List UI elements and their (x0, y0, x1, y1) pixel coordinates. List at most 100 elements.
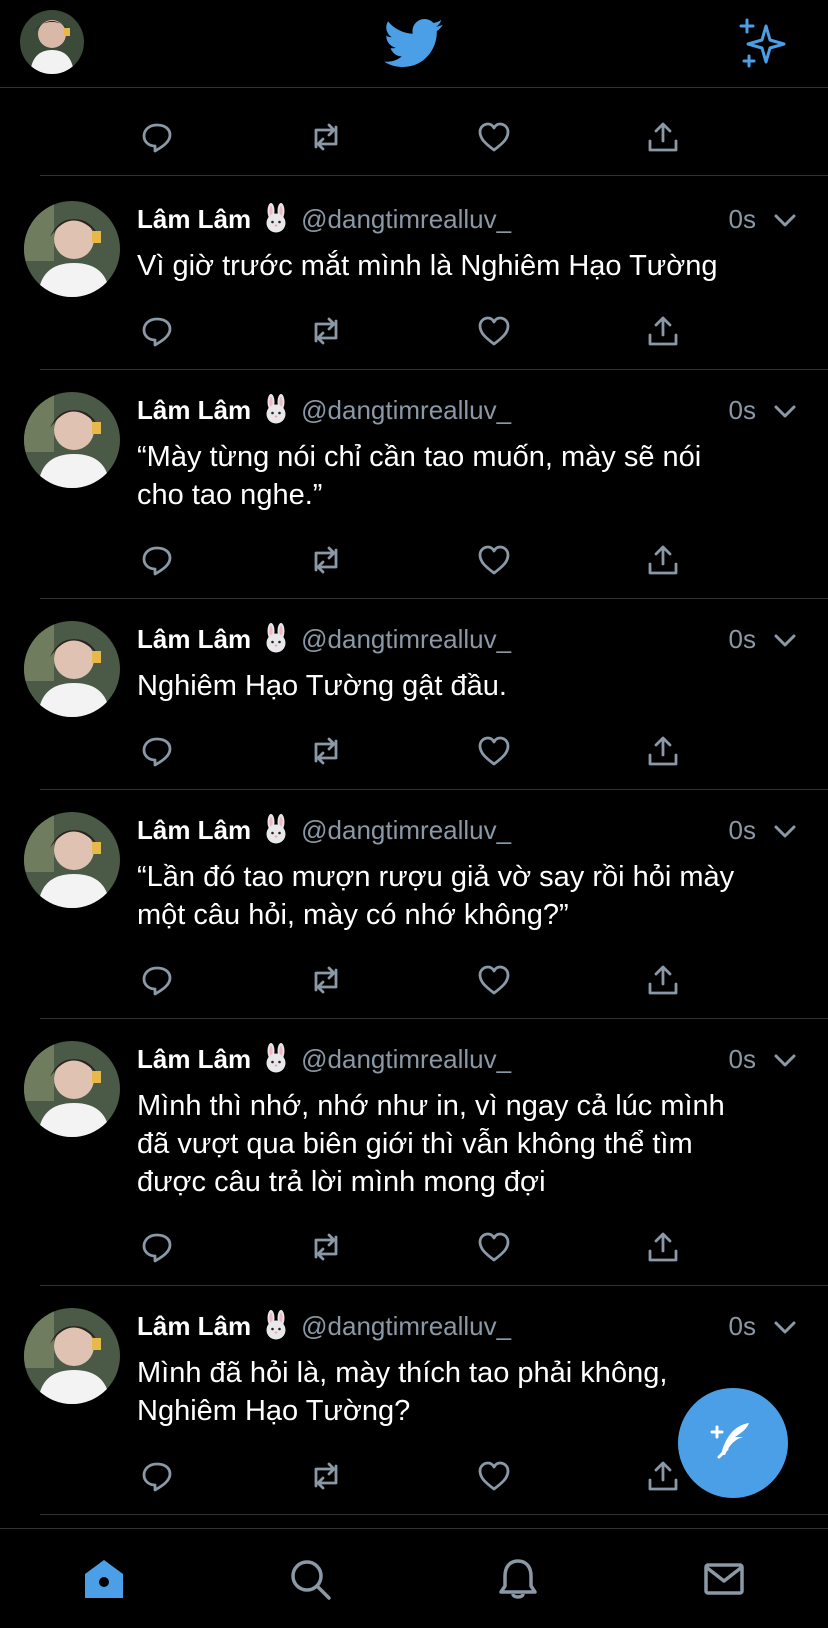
avatar[interactable] (24, 392, 120, 488)
profile-avatar[interactable] (20, 10, 84, 74)
author-name[interactable]: Lâm Lâm (137, 1044, 251, 1074)
like-icon (478, 316, 510, 346)
author-name[interactable]: Lâm Lâm (137, 1311, 251, 1341)
like-icon (478, 545, 510, 575)
tab-home[interactable] (80, 1555, 128, 1603)
share-icon (648, 965, 678, 995)
retweet-button[interactable] (306, 960, 346, 1000)
retweet-button[interactable] (306, 731, 346, 771)
share-button[interactable] (643, 731, 683, 771)
author-handle[interactable]: @dangtimrealluv_ (301, 815, 511, 845)
reply-button[interactable] (137, 311, 177, 351)
retweet-icon (314, 966, 338, 994)
tweet-header: Lâm Lâm @dangtimrealluv_ 0s (137, 1041, 798, 1077)
like-button[interactable] (474, 540, 514, 580)
author-handle[interactable]: @dangtimrealluv_ (301, 624, 511, 654)
reply-icon (142, 966, 172, 996)
reply-button[interactable] (137, 1227, 177, 1267)
tweet-text-line: Mình đã hỏi là, mày thích tao phải không… (137, 1357, 668, 1389)
reply-icon (142, 546, 172, 576)
like-button[interactable] (474, 1456, 514, 1496)
avatar[interactable] (24, 1308, 120, 1404)
twitter-bird-icon[interactable] (384, 18, 444, 70)
retweet-icon (314, 1233, 338, 1261)
tab-search[interactable] (286, 1555, 334, 1603)
tweet-text-line: Mình thì nhớ, nhớ như in, vì ngay cả lúc… (137, 1090, 725, 1122)
like-icon (478, 1232, 510, 1262)
retweet-icon (314, 317, 338, 345)
tweet-header: Lâm Lâm @dangtimrealluv_ 0s (137, 392, 798, 428)
tweet-actions (0, 960, 828, 1000)
like-button[interactable] (474, 311, 514, 351)
retweet-icon (314, 123, 338, 151)
author-name[interactable]: Lâm Lâm (137, 815, 251, 845)
share-button[interactable] (643, 311, 683, 351)
reply-button[interactable] (137, 117, 177, 157)
tweet-text: “Lần đó tao mượn rượu giả vờ say rồi hỏi… (137, 858, 797, 934)
reply-button[interactable] (137, 540, 177, 580)
reply-button[interactable] (137, 960, 177, 1000)
tweet-text: Vì giờ trước mắt mình là Nghiêm Hạo Tườn… (137, 247, 797, 285)
share-button[interactable] (643, 1227, 683, 1267)
author-handle[interactable]: @dangtimrealluv_ (301, 1044, 511, 1074)
reply-icon (142, 123, 172, 153)
author-name[interactable]: Lâm Lâm (137, 624, 251, 654)
share-icon (648, 545, 678, 575)
retweet-button[interactable] (306, 1456, 346, 1496)
avatar[interactable] (24, 621, 120, 717)
share-button[interactable] (643, 117, 683, 157)
sparkle-icon[interactable] (738, 18, 788, 68)
divider (40, 598, 828, 599)
tweet-text-line: “Lần đó tao mượn rượu giả vờ say rồi hỏi… (137, 861, 735, 893)
share-icon (648, 122, 678, 152)
retweet-button[interactable] (306, 1227, 346, 1267)
share-button[interactable] (643, 960, 683, 1000)
tweet-text-line: được câu trả lời mình mong đợi (137, 1166, 546, 1198)
like-button[interactable] (474, 731, 514, 771)
tweet-text: Nghiêm Hạo Tường gật đầu. (137, 667, 797, 705)
bottom-tab-bar (0, 1528, 828, 1628)
divider (40, 369, 828, 370)
tweet-text-line: đã vượt qua biên giới thì vẫn không thể … (137, 1128, 693, 1160)
divider (40, 1018, 828, 1019)
tweet-time: 0s (728, 395, 756, 425)
tweet-text-line: Nghiêm Hạo Tường gật đầu. (137, 670, 507, 702)
retweet-button[interactable] (306, 311, 346, 351)
reply-icon (142, 317, 172, 347)
rabbit-emoji-icon (261, 623, 291, 653)
like-button[interactable] (474, 117, 514, 157)
like-button[interactable] (474, 960, 514, 1000)
avatar[interactable] (24, 201, 120, 297)
reply-button[interactable] (137, 731, 177, 771)
tweet-actions (0, 731, 828, 771)
retweet-icon (314, 546, 338, 574)
rabbit-emoji-icon (261, 1310, 291, 1340)
tweet-time: 0s (728, 204, 756, 234)
author-name[interactable]: Lâm Lâm (137, 204, 251, 234)
reply-icon (142, 1233, 172, 1263)
retweet-button[interactable] (306, 117, 346, 157)
tweet-actions (0, 540, 828, 580)
share-icon (648, 1232, 678, 1262)
author-handle[interactable]: @dangtimrealluv_ (301, 1311, 511, 1341)
compose-tweet-button[interactable] (678, 1388, 788, 1498)
tab-messages[interactable] (700, 1555, 748, 1603)
retweet-button[interactable] (306, 540, 346, 580)
tab-notifications[interactable] (494, 1555, 542, 1603)
author-handle[interactable]: @dangtimrealluv_ (301, 395, 511, 425)
like-icon (478, 736, 510, 766)
like-button[interactable] (474, 1227, 514, 1267)
avatar[interactable] (24, 1041, 120, 1137)
reply-button[interactable] (137, 1456, 177, 1496)
share-button[interactable] (643, 540, 683, 580)
author-name[interactable]: Lâm Lâm (137, 395, 251, 425)
rabbit-emoji-icon (261, 394, 291, 424)
tweet-time: 0s (728, 1044, 756, 1074)
retweet-icon (314, 1462, 338, 1490)
author-handle[interactable]: @dangtimrealluv_ (301, 204, 511, 234)
divider (40, 1514, 828, 1515)
avatar[interactable] (24, 812, 120, 908)
rabbit-emoji-icon (261, 203, 291, 233)
share-icon (648, 316, 678, 346)
share-button[interactable] (643, 1456, 683, 1496)
